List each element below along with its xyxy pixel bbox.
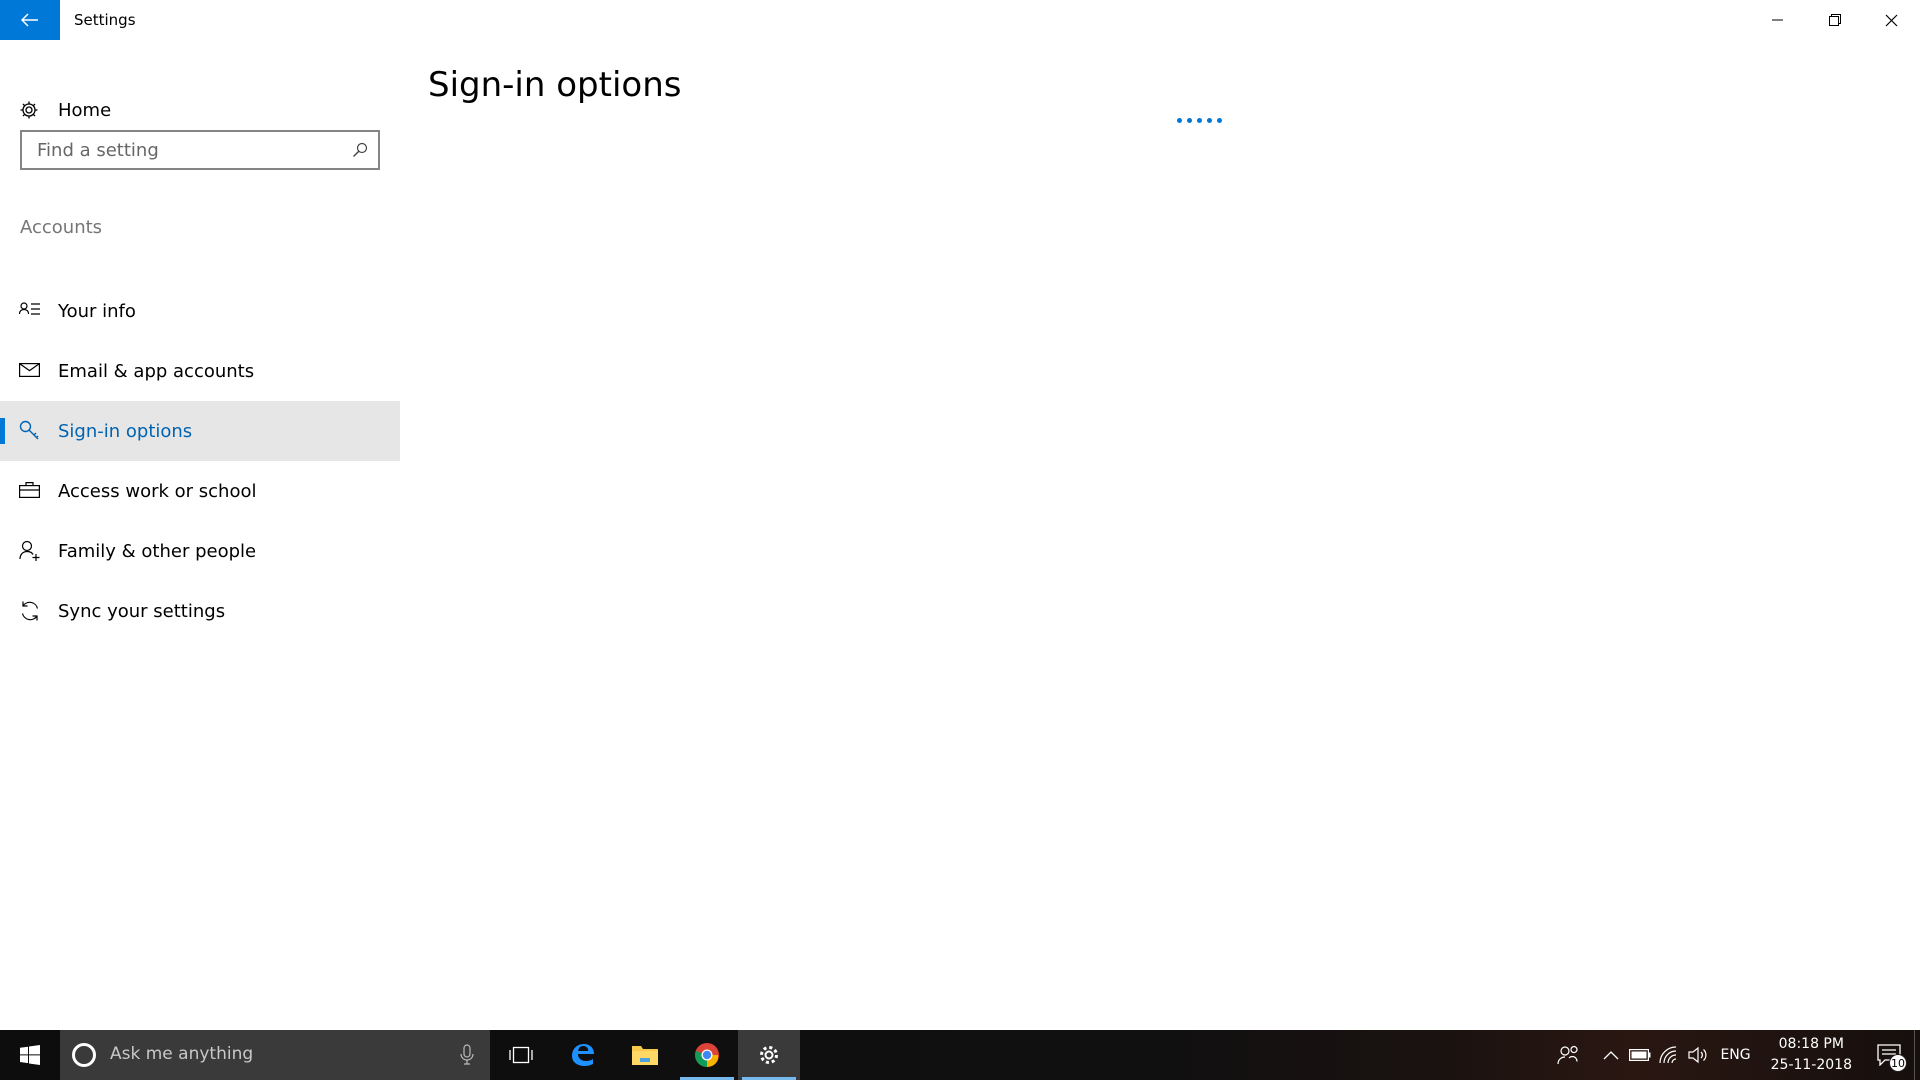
cortana-icon [72,1043,96,1067]
back-button[interactable] [0,0,60,40]
sidebar-item-sign-in-options[interactable]: Sign-in options [0,401,400,461]
key-icon [19,420,41,444]
close-icon [1885,14,1898,26]
battery-button[interactable] [1625,1030,1654,1080]
edge-taskbar-button[interactable] [552,1030,614,1080]
active-indicator [0,418,5,444]
sidebar-item-label: Sign-in options [58,420,193,442]
sidebar-item-your-info[interactable]: Your info [0,281,400,341]
people-button[interactable] [1553,1030,1582,1080]
find-setting-input[interactable] [35,138,345,162]
loading-indicator [1177,118,1222,123]
speaker-icon [1688,1046,1707,1064]
home-nav-item[interactable]: Home [0,90,400,130]
system-tray: ENG 08:18 PM 25-11-2018 10 [1553,1030,1920,1080]
add-person-icon [19,540,41,566]
wifi-icon [1659,1046,1677,1064]
taskbar: ENG 08:18 PM 25-11-2018 10 [0,1030,1920,1080]
task-view-icon [509,1046,533,1064]
file-explorer-taskbar-button[interactable] [614,1030,676,1080]
loading-dot [1217,118,1222,123]
section-heading-accounts: Accounts [20,217,103,238]
folder-icon [632,1046,658,1065]
back-arrow-icon [21,13,38,27]
minimize-icon [1771,19,1783,21]
contact-card-icon [18,300,41,324]
restore-button[interactable] [1806,0,1863,40]
gear-icon [760,1046,778,1064]
restore-icon [1828,14,1841,26]
sidebar-item-label: Your info [58,300,136,322]
page-title: Sign-in options [428,65,682,105]
settings-sidebar: Home Accounts Your info [0,40,400,1030]
show-desktop-button[interactable] [1914,1030,1920,1080]
sidebar-item-label: Family & other people [58,540,257,562]
sidebar-item-family-other-people[interactable]: Family & other people [0,521,400,581]
home-label: Home [58,99,112,121]
sync-icon [19,600,41,626]
sidebar-item-label: Sync your settings [58,600,226,622]
find-setting-search [20,130,380,170]
taskbar-clock[interactable]: 08:18 PM 25-11-2018 [1759,1034,1864,1076]
title-bar: Settings [0,0,1920,40]
loading-dot [1207,118,1212,123]
loading-dot [1177,118,1182,123]
window-controls [1749,0,1920,40]
chevron-up-icon [1603,1051,1619,1060]
loading-dot [1187,118,1192,123]
clock-date: 25-11-2018 [1770,1057,1852,1073]
action-center-button[interactable]: 10 [1864,1030,1914,1080]
sidebar-item-access-work-school[interactable]: Access work or school [0,461,400,521]
people-icon [1557,1045,1578,1065]
mail-icon [19,360,41,384]
task-view-button[interactable] [490,1030,552,1080]
input-language-indicator[interactable]: ENG [1712,1047,1758,1063]
notification-count-badge: 10 [1889,1054,1907,1072]
window-title: Settings [74,11,136,29]
briefcase-icon [19,480,41,504]
edge-icon [572,1044,594,1066]
close-button[interactable] [1863,0,1920,40]
start-button[interactable] [0,1030,60,1080]
cortana-search-box[interactable] [60,1030,490,1080]
sidebar-item-email-app-accounts[interactable]: Email & app accounts [0,341,400,401]
taskbar-search-input[interactable] [108,1043,428,1065]
loading-dot [1197,118,1202,123]
microphone-icon[interactable] [460,1044,474,1070]
search-icon[interactable] [352,142,368,162]
minimize-button[interactable] [1749,0,1806,40]
gear-icon [19,100,39,124]
chrome-icon [695,1043,719,1067]
volume-button[interactable] [1683,1030,1712,1080]
chrome-taskbar-button[interactable] [676,1030,738,1080]
sidebar-item-label: Email & app accounts [58,360,255,382]
accounts-nav-list: Your info Email & app accounts Sign-in o… [0,281,400,641]
hidden-icons-button[interactable] [1596,1030,1625,1080]
settings-taskbar-button[interactable] [738,1030,800,1080]
clock-time: 08:18 PM [1778,1036,1844,1052]
sidebar-item-label: Access work or school [58,480,257,502]
battery-icon [1628,1049,1651,1061]
sidebar-item-sync-settings[interactable]: Sync your settings [0,581,400,641]
network-button[interactable] [1654,1030,1683,1080]
windows-logo-icon [20,1045,40,1065]
